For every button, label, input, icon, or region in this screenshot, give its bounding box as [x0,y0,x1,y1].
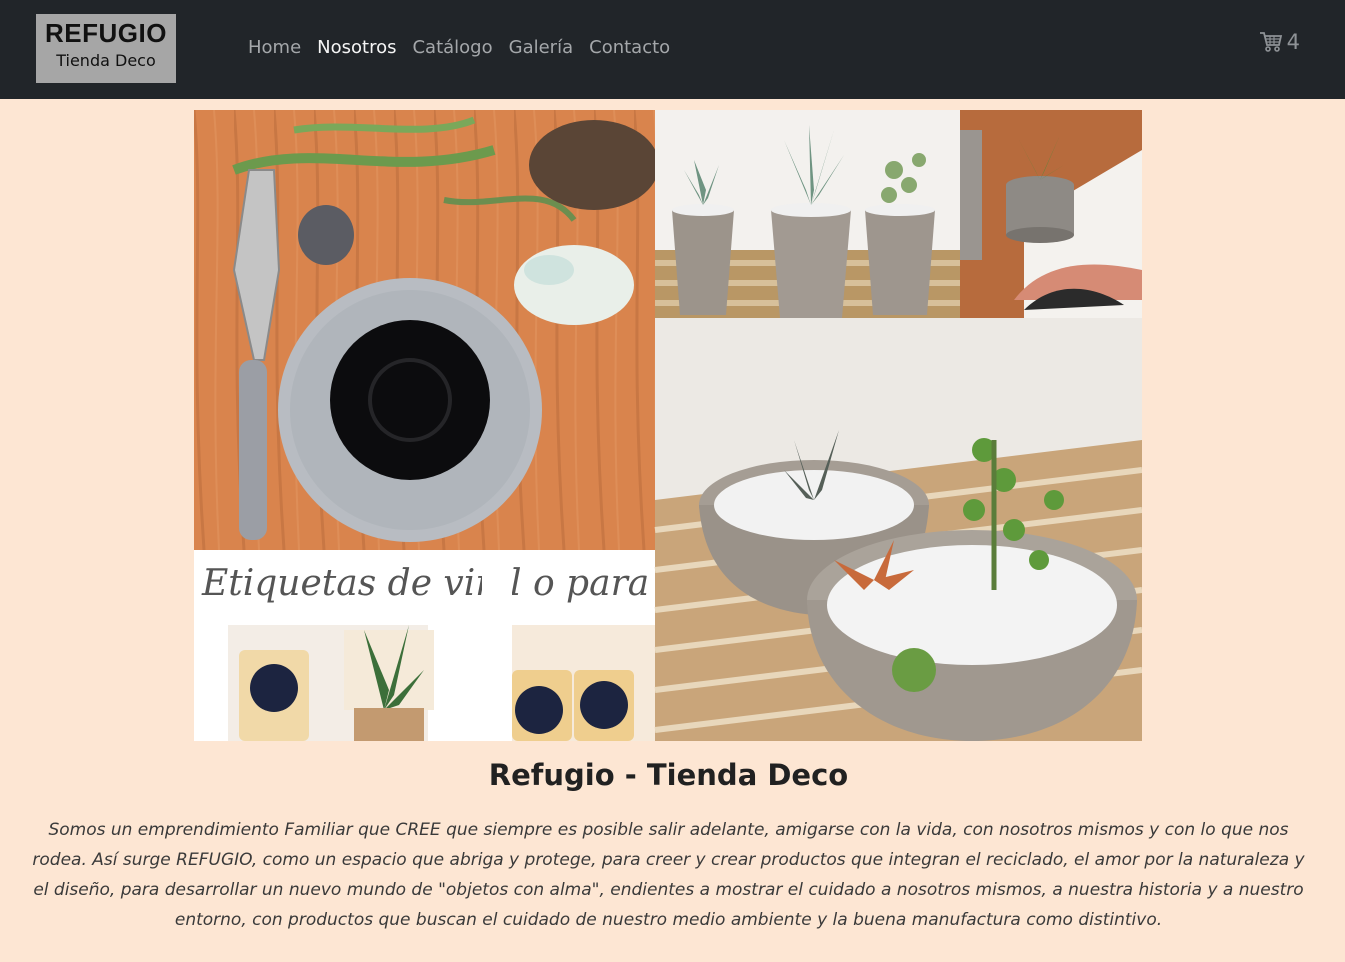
nav-item-home[interactable]: Home [240,37,309,58]
collage-panel-labels: Etiquetas de vinil o para [194,550,655,741]
nav-item-contacto[interactable]: Contacto [581,37,678,58]
nav-item-nosotros[interactable]: Nosotros [309,37,404,58]
nav-item-catalogo[interactable]: Catálogo [404,37,500,58]
brand-logo[interactable]: REFUGIO Tienda Deco [36,14,176,83]
brand-title: REFUGIO [45,18,167,48]
collage-picture: Etiquetas de vinil o para [194,110,1142,741]
cart-button[interactable]: 4 [1259,30,1300,54]
about-description: Somos un emprendimiento Familiar que CRE… [32,820,1305,930]
page-title: Refugio - Tienda Deco [488,758,849,792]
collage-panel-bowls [654,318,1142,741]
top-navbar: REFUGIO Tienda Deco Home Nosotros Catálo… [0,0,1345,99]
collage-panel-cups [655,110,960,318]
collage-panel-tools [194,110,659,550]
hero-collage-image: Etiquetas de vinil o para [194,110,1142,741]
brand-subtitle: Tienda Deco [56,51,156,70]
cart-count: 4 [1286,30,1300,54]
cart-icon [1259,32,1282,52]
collage-panel-book [960,110,1142,318]
collage-overlay-text: Etiquetas de vinil o para [201,563,649,604]
nav-links: Home Nosotros Catálogo Galería Contacto [240,37,678,58]
nav-item-galeria[interactable]: Galería [501,37,582,58]
